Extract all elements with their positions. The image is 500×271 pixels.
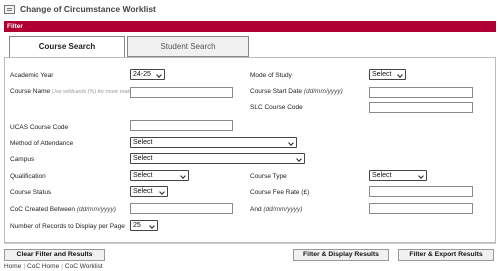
method-of-attendance-select[interactable]: Select <box>130 137 297 148</box>
tab-course-search[interactable]: Course Search <box>9 36 125 57</box>
records-per-page-value: 25 <box>133 222 141 229</box>
qualification-label: Qualification <box>10 173 46 180</box>
filter-panel <box>4 58 496 243</box>
academic-year-label: Academic Year <box>10 72 54 79</box>
filter-display-button[interactable]: Filter & Display Results <box>293 249 389 261</box>
chevron-down-icon <box>180 173 186 179</box>
mode-of-study-label: Mode of Study <box>250 72 292 79</box>
mode-of-study-value: Select <box>372 71 392 78</box>
coc-created-between-label-text: CoC Created Between <box>10 206 76 213</box>
campus-label: Campus <box>10 156 35 163</box>
method-of-attendance-value: Select <box>133 139 153 146</box>
slc-course-code-label: SLC Course Code <box>250 104 303 111</box>
campus-value: Select <box>133 155 153 162</box>
breadcrumb-coc-home[interactable]: CoC Home <box>27 263 59 270</box>
qualification-value: Select <box>133 172 153 179</box>
course-start-date-input[interactable] <box>369 87 473 98</box>
and-date-hint: (dd/mm/yyyy) <box>263 206 303 213</box>
page-title: Change of Circumstance Worklist <box>20 4 156 14</box>
chevron-down-icon <box>418 173 424 179</box>
course-type-label: Course Type <box>250 173 287 180</box>
clear-filter-button[interactable]: Clear Filter and Results <box>4 249 105 261</box>
method-of-attendance-label: Method of Attendance <box>10 140 74 147</box>
and-date-label-text: And <box>250 206 262 213</box>
chevron-down-icon <box>159 189 165 195</box>
course-fee-rate-input[interactable] <box>369 186 473 197</box>
divider <box>4 243 496 244</box>
coc-created-between-hint: (dd/mm/yyyy) <box>76 206 116 213</box>
page-header: Change of Circumstance Worklist <box>0 0 500 20</box>
document-list-icon <box>4 5 15 14</box>
breadcrumb-home[interactable]: Home <box>4 263 21 270</box>
course-type-select[interactable]: Select <box>369 170 427 181</box>
ucas-course-code-input[interactable] <box>130 120 233 131</box>
coc-created-from-input[interactable] <box>130 203 233 214</box>
chevron-down-icon <box>156 72 162 78</box>
slc-course-code-input[interactable] <box>369 102 473 113</box>
breadcrumb-coc-worklist: CoC Worklist <box>64 263 103 270</box>
chevron-down-icon <box>149 223 155 229</box>
chevron-down-icon <box>397 72 403 78</box>
course-status-value: Select <box>133 188 153 195</box>
coc-created-to-input[interactable] <box>369 203 473 214</box>
chevron-down-icon <box>288 140 294 146</box>
academic-year-value: 24-25 <box>133 71 151 78</box>
course-start-date-label-text: Course Start Date <box>250 88 303 95</box>
campus-select[interactable]: Select <box>130 153 305 164</box>
records-per-page-label: Number of Records to Display per Page <box>10 223 125 230</box>
filter-header: Filter <box>4 21 496 32</box>
ucas-course-code-label: UCAS Course Code <box>10 124 69 131</box>
tab-student-search[interactable]: Student Search <box>127 36 249 57</box>
qualification-select[interactable]: Select <box>130 170 189 181</box>
coc-created-between-label: CoC Created Between (dd/mm/yyyy) <box>10 206 116 213</box>
course-type-value: Select <box>372 172 392 179</box>
and-date-label: And (dd/mm/yyyy) <box>250 206 302 213</box>
breadcrumb: Home | CoC Home | CoC Worklist <box>4 263 103 270</box>
course-start-date-hint: (dd/mm/yyyy) <box>303 88 343 95</box>
course-status-label: Course Status <box>10 189 52 196</box>
mode-of-study-select[interactable]: Select <box>369 69 406 80</box>
records-per-page-select[interactable]: 25 <box>130 220 158 231</box>
academic-year-select[interactable]: 24-25 <box>130 69 165 80</box>
course-name-label-text: Course Name <box>10 88 51 95</box>
course-start-date-label: Course Start Date (dd/mm/yyyy) <box>250 88 343 95</box>
course-fee-rate-label: Course Fee Rate (£) <box>250 189 310 196</box>
chevron-down-icon <box>296 156 302 162</box>
filter-export-button[interactable]: Filter & Export Results <box>398 249 494 261</box>
course-name-input[interactable] <box>130 87 233 98</box>
course-status-select[interactable]: Select <box>130 186 168 197</box>
